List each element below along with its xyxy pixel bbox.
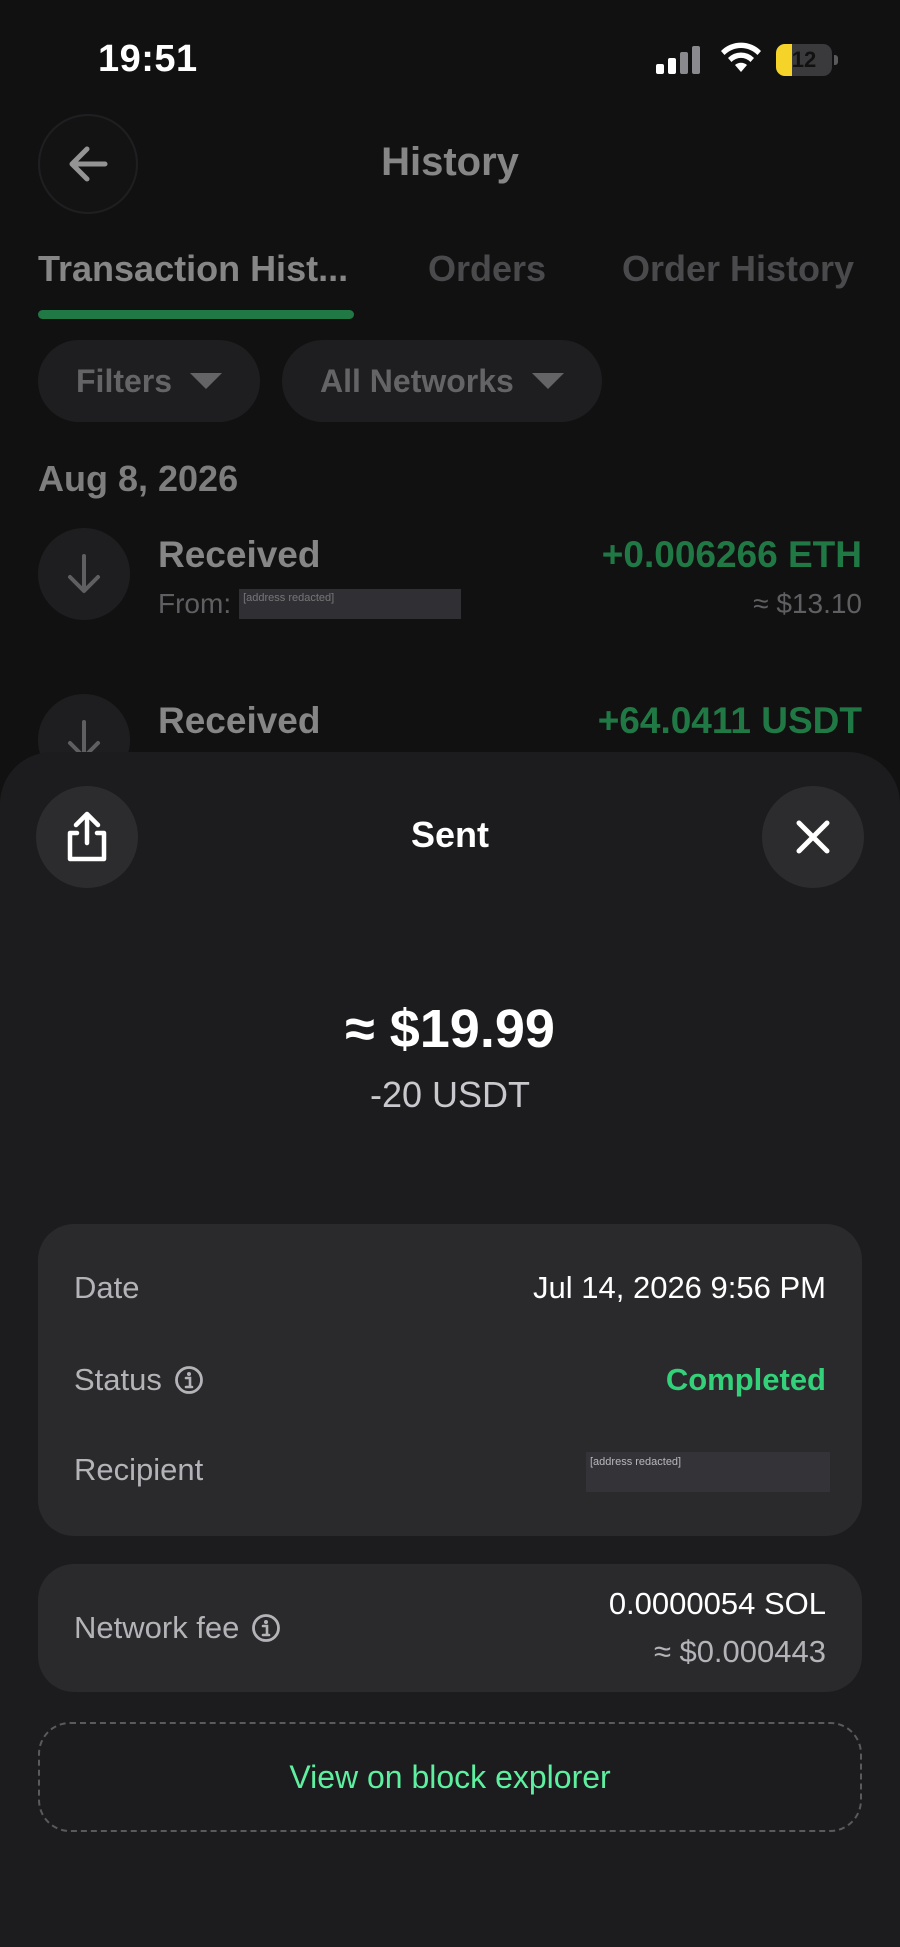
tab-order-history[interactable]: Order History (622, 248, 854, 290)
history-tabs: Transaction Hist... Orders Order History (0, 240, 900, 330)
fee-usd: ≈ $0.000443 (653, 1634, 826, 1669)
active-tab-indicator (38, 310, 354, 319)
recipient-address[interactable]: [address redacted] (586, 1452, 830, 1492)
recipient-label: Recipient (74, 1452, 204, 1487)
tab-transaction-history[interactable]: Transaction Hist... (38, 248, 348, 290)
fee-row-label: Network fee (74, 1610, 281, 1646)
filters-dropdown[interactable]: Filters (38, 340, 261, 422)
transaction-title: Received (158, 700, 321, 741)
amount-usd: ≈ $19.99 (345, 999, 555, 1059)
caret-down-icon (531, 373, 564, 389)
transaction-title: Received (158, 534, 321, 575)
page-title: History (381, 140, 519, 184)
amount-token: -20 USDT (369, 1074, 531, 1115)
filters-label: Filters (76, 362, 173, 399)
date-heading: Aug 8, 2026 (38, 458, 239, 499)
info-icon[interactable] (174, 1365, 204, 1395)
receive-arrow-icon (38, 528, 130, 620)
transaction-from: From: [address redacted] (158, 588, 462, 620)
fee-label: Network fee (74, 1610, 240, 1645)
status-row-label: Status (74, 1362, 204, 1398)
history-screen: History Transaction Hist... Orders Order… (0, 0, 900, 786)
caret-down-icon (190, 373, 223, 389)
networks-label: All Networks (320, 362, 514, 399)
from-label: From: (158, 588, 232, 619)
close-icon (796, 820, 830, 854)
close-button[interactable] (762, 786, 864, 888)
tab-orders[interactable]: Orders (428, 248, 546, 290)
view-block-explorer-button[interactable]: View on block explorer (38, 1722, 862, 1832)
networks-dropdown[interactable]: All Networks (282, 340, 602, 422)
info-icon[interactable] (251, 1613, 281, 1643)
fee-card: Network fee 0.0000054 SOL ≈ $0.000443 (38, 1564, 862, 1692)
status-value: Completed (665, 1362, 826, 1397)
from-address: [address redacted] (239, 589, 462, 619)
date-label: Date (74, 1270, 140, 1305)
transaction-amount: +0.006266 ETH (601, 534, 862, 575)
transaction-amount: +64.0411 USDT (597, 700, 862, 741)
details-card: Date Jul 14, 2026 9:56 PM Status Complet… (38, 1224, 862, 1536)
transaction-detail-sheet: Sent ≈ $19.99 -20 USDT Date Jul 14, 2026… (0, 752, 900, 1947)
date-value: Jul 14, 2026 9:56 PM (533, 1270, 826, 1305)
status-label: Status (74, 1362, 162, 1397)
fee-value: 0.0000054 SOL (608, 1586, 826, 1621)
transaction-usd: ≈ $13.10 (753, 588, 862, 619)
